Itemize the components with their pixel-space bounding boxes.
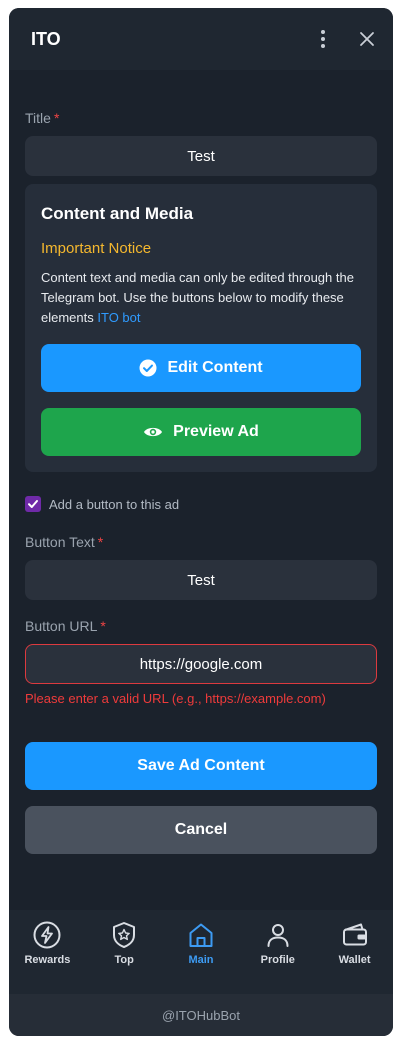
cancel-button[interactable]: Cancel xyxy=(25,806,377,854)
nav-label-main: Main xyxy=(188,954,214,966)
bottom-nav: Rewards Top Main Profile Wallet xyxy=(9,910,393,994)
nav-label-profile: Profile xyxy=(260,954,295,966)
nav-item-wallet[interactable]: Wallet xyxy=(316,910,393,994)
lightning-icon xyxy=(33,921,61,949)
edit-content-button[interactable]: Edit Content xyxy=(41,344,361,392)
notice-text: Content text and media can only be edite… xyxy=(41,270,354,325)
title-label: Title * xyxy=(25,110,60,126)
nav-label-top: Top xyxy=(114,954,134,966)
nav-item-main[interactable]: Main xyxy=(163,910,240,994)
nav-label-wallet: Wallet xyxy=(338,954,371,966)
close-icon[interactable] xyxy=(357,29,377,49)
button-text-label: Button Text * xyxy=(25,534,104,550)
star-shield-icon xyxy=(113,922,136,948)
bot-handle-footer: @ITOHubBot xyxy=(9,994,393,1036)
home-icon xyxy=(189,923,213,947)
notice-heading: Important Notice xyxy=(41,240,152,257)
wallet-icon xyxy=(342,923,367,946)
app-title: ITO xyxy=(31,28,61,49)
app-window: ITO Title * Test Content and Media Import… xyxy=(9,8,393,1036)
card-title: Content and Media xyxy=(41,204,194,223)
nav-item-profile[interactable]: Profile xyxy=(239,910,316,994)
nav-item-top[interactable]: Top xyxy=(86,910,163,994)
button-url-input[interactable]: https://google.com xyxy=(25,644,377,684)
add-button-checkbox-row[interactable]: Add a button to this ad xyxy=(25,496,179,512)
nav-item-rewards[interactable]: Rewards xyxy=(9,910,86,994)
ito-bot-link[interactable]: ITO bot xyxy=(97,310,140,325)
nav-label-rewards: Rewards xyxy=(24,954,71,966)
preview-ad-button[interactable]: Preview Ad xyxy=(41,408,361,456)
title-input[interactable]: Test xyxy=(25,136,377,176)
url-error-message: Please enter a valid URL (e.g., https://… xyxy=(25,691,326,706)
button-url-label: Button URL * xyxy=(25,618,106,634)
save-ad-content-button[interactable]: Save Ad Content xyxy=(25,742,377,790)
required-mark: * xyxy=(97,534,104,550)
button-text-input[interactable]: Test xyxy=(25,560,377,600)
more-options-icon[interactable] xyxy=(313,29,333,49)
user-icon xyxy=(267,924,289,947)
check-circle-icon xyxy=(139,359,157,377)
title-bar: ITO xyxy=(9,8,393,70)
content-media-card: Content and Media Important Notice Conte… xyxy=(25,184,377,472)
checkmark-icon xyxy=(28,500,38,508)
eye-icon xyxy=(144,427,163,437)
required-mark: * xyxy=(100,618,106,634)
add-button-checkbox[interactable] xyxy=(25,496,41,512)
checkbox-label: Add a button to this ad xyxy=(49,496,180,512)
required-mark: * xyxy=(53,110,60,126)
